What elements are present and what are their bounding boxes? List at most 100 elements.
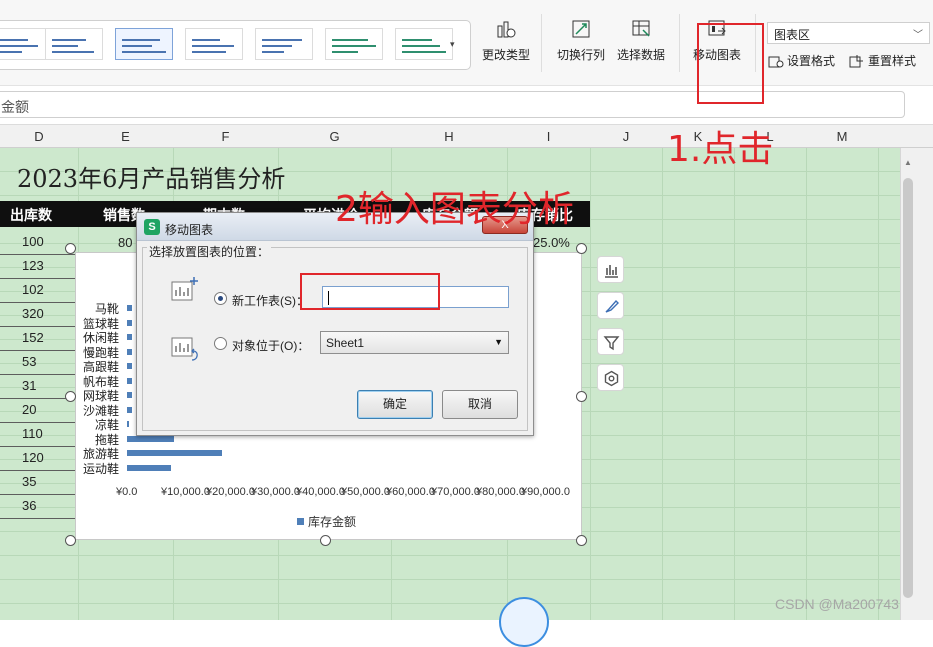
cell-sales[interactable]: 80 — [118, 235, 132, 250]
column-header[interactable]: F — [173, 129, 278, 144]
cell-outbound[interactable]: 35 — [22, 474, 36, 489]
cell-outbound[interactable]: 53 — [22, 354, 36, 369]
object-in-icon — [171, 337, 198, 361]
new-sheet-radio[interactable] — [214, 292, 227, 305]
gallery-expand-icon[interactable]: ▾ — [450, 39, 455, 50]
chart-style-thumb[interactable] — [0, 28, 49, 60]
object-in-select[interactable]: Sheet1 ▼ — [320, 331, 509, 354]
cell-ratio[interactable]: 25.0% — [533, 235, 570, 250]
chart-style-thumb[interactable] — [115, 28, 173, 60]
bar[interactable] — [127, 435, 175, 442]
chart-style-thumb[interactable] — [325, 28, 383, 60]
bar[interactable] — [127, 348, 132, 355]
chart-style-thumb[interactable] — [185, 28, 243, 60]
resize-handle[interactable] — [576, 243, 587, 254]
column-header[interactable]: M — [806, 129, 878, 144]
cell-outbound[interactable]: 36 — [22, 498, 36, 513]
cell-outbound[interactable]: 110 — [22, 426, 43, 441]
column-header-bar: D E F G H I J K L M — [0, 124, 933, 148]
column-header[interactable]: E — [78, 129, 173, 144]
x-tick-label: ¥80,000.0 — [476, 486, 525, 498]
scroll-up-icon[interactable]: ▲ — [904, 158, 912, 167]
cell-outbound[interactable]: 102 — [22, 282, 44, 297]
x-tick-label: ¥70,000.0 — [431, 486, 480, 498]
chart-elements-icon — [605, 265, 618, 278]
switch-row-col-icon — [572, 20, 590, 38]
bar[interactable] — [127, 450, 222, 456]
cell-outbound[interactable]: 20 — [22, 402, 36, 417]
bar[interactable] — [127, 406, 132, 413]
select-data-button[interactable]: 选择数据 — [614, 18, 668, 63]
chart-style-thumb[interactable] — [395, 28, 453, 60]
column-header[interactable]: D — [0, 129, 78, 144]
cell-outbound[interactable]: 120 — [22, 450, 44, 465]
bar[interactable] — [127, 392, 132, 398]
legend-label: 库存金额 — [308, 515, 357, 529]
set-format-icon — [768, 56, 784, 67]
chevron-down-icon: ﹀ — [913, 30, 923, 41]
chart-legend[interactable]: 库存金额 — [297, 513, 356, 530]
bar[interactable] — [127, 305, 132, 311]
annotation-box-move-chart — [697, 23, 764, 104]
watermark: CSDN @Ma200743 — [775, 596, 899, 612]
category-label: 运动鞋 — [82, 461, 119, 476]
bar[interactable] — [127, 377, 132, 384]
cell-outbound[interactable]: 152 — [22, 330, 44, 345]
bar[interactable] — [127, 421, 130, 427]
assistant-float-button[interactable] — [499, 597, 549, 647]
select-data-icon — [632, 20, 650, 37]
ok-button[interactable]: 确定 — [357, 390, 433, 419]
resize-handle[interactable] — [320, 535, 331, 546]
chart-tools-ribbon: ▾ 更改类型 切换行列 选择数据 移动图表 图表区 ﹀ 设置格式 重置样式 — [0, 0, 933, 86]
x-tick-label: ¥50,000.0 — [341, 486, 390, 498]
reset-style-button[interactable]: 重置样式 — [849, 52, 916, 69]
table-row: 110 — [0, 423, 60, 447]
cell-outbound[interactable]: 123 — [22, 258, 44, 273]
cell-outbound[interactable]: 31 — [22, 378, 36, 393]
table-row: 35 — [0, 471, 60, 495]
scrollbar-thumb[interactable] — [903, 178, 913, 598]
cell-outbound[interactable]: 320 — [22, 306, 44, 321]
x-tick-label: ¥20,000.0 — [206, 486, 255, 498]
change-type-button[interactable]: 更改类型 — [480, 18, 532, 63]
resize-handle[interactable] — [576, 535, 587, 546]
table-row: 152 — [0, 327, 60, 351]
chart-element-select[interactable]: 图表区 ﹀ — [767, 22, 930, 44]
resize-handle[interactable] — [576, 391, 587, 402]
bar[interactable] — [127, 334, 132, 340]
resize-handle[interactable] — [65, 535, 76, 546]
bar[interactable] — [127, 363, 132, 369]
header-cell[interactable]: 出库数 — [10, 205, 52, 225]
resize-handle[interactable] — [65, 391, 76, 402]
resize-handle[interactable] — [65, 243, 76, 254]
x-tick-label: ¥40,000.0 — [296, 486, 345, 498]
chart-style-thumb[interactable] — [45, 28, 103, 60]
set-format-button[interactable]: 设置格式 — [768, 52, 835, 69]
chart-elements-button[interactable] — [597, 256, 624, 283]
column-header[interactable]: J — [590, 129, 662, 144]
cell-outbound[interactable]: 100 — [22, 234, 44, 249]
bar[interactable] — [127, 319, 132, 326]
annotation-box-input — [300, 273, 440, 310]
cancel-button[interactable]: 取消 — [442, 390, 518, 419]
object-in-radio[interactable] — [214, 337, 227, 350]
column-header[interactable]: I — [507, 129, 590, 144]
x-tick-label: ¥60,000.0 — [386, 486, 435, 498]
bar[interactable] — [127, 464, 172, 471]
legend-swatch — [297, 518, 304, 525]
column-header[interactable]: H — [391, 129, 507, 144]
gear-icon — [604, 370, 619, 387]
switch-row-col-button[interactable]: 切换行列 — [555, 18, 607, 63]
filter-icon — [603, 336, 620, 351]
chart-settings-button[interactable] — [597, 364, 624, 391]
chart-filter-button[interactable] — [597, 328, 624, 355]
column-header[interactable]: G — [278, 129, 391, 144]
sheet-title[interactable]: 2023年6月产品销售分析 — [17, 159, 285, 194]
table-row: 320 — [0, 303, 60, 327]
chart-style-gallery[interactable]: ▾ — [0, 20, 471, 70]
formula-bar[interactable]: 金额 — [0, 91, 905, 118]
chart-style-button[interactable] — [597, 292, 624, 319]
dropdown-arrow-icon: ▼ — [494, 337, 503, 347]
table-row: 20 — [0, 399, 60, 423]
chart-style-thumb[interactable] — [255, 28, 313, 60]
